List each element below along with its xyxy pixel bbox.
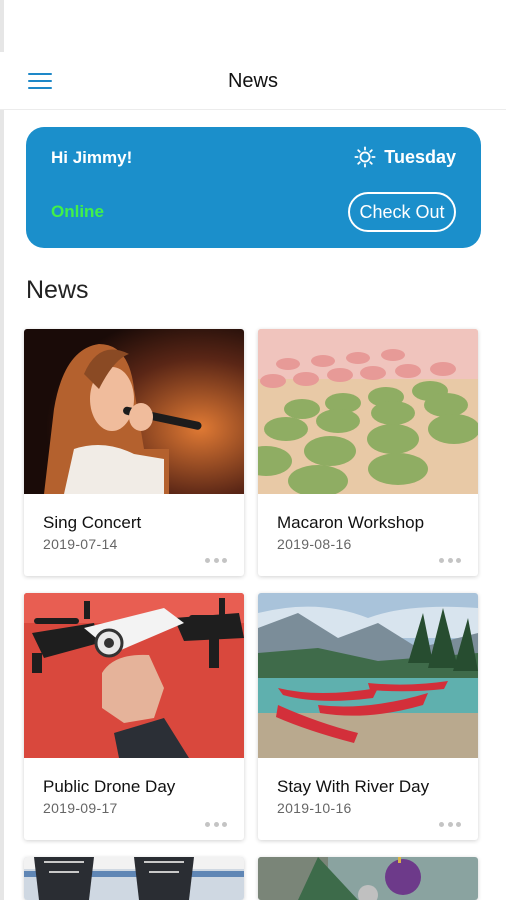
ornaments-image: [258, 857, 478, 900]
macarons-image: [258, 329, 478, 494]
greeting-text: Hi Jimmy!: [51, 148, 133, 167]
user-status-banner: Hi Jimmy! Tuesday Online Check Out: [26, 127, 481, 248]
check-out-button[interactable]: Check Out: [348, 192, 456, 232]
canoes-lake-image: [258, 593, 478, 758]
news-card[interactable]: Public Drone Day 2019-09-17: [24, 593, 244, 840]
drone-image: [24, 593, 244, 758]
news-card[interactable]: [258, 857, 478, 900]
more-options-icon[interactable]: [439, 820, 461, 828]
day-indicator: Tuesday: [354, 146, 456, 168]
online-status: Online: [51, 202, 104, 221]
news-title: Stay With River Day: [277, 777, 430, 796]
news-title: Sing Concert: [43, 513, 142, 532]
news-section-title: News: [26, 276, 89, 304]
sun-icon: [354, 146, 376, 168]
news-date: 2019-08-16: [277, 536, 352, 552]
more-options-icon[interactable]: [205, 556, 227, 564]
news-date: 2019-09-17: [43, 800, 118, 816]
news-card[interactable]: Stay With River Day 2019-10-16: [258, 593, 478, 840]
news-title: Macaron Workshop: [277, 513, 425, 532]
news-date: 2019-10-16: [277, 800, 352, 816]
window-edge: [0, 0, 4, 900]
page-title: News: [227, 70, 278, 92]
news-card[interactable]: Sing Concert 2019-07-14: [24, 329, 244, 576]
top-navigation-bar: News: [0, 52, 506, 110]
day-label: Tuesday: [384, 146, 456, 167]
news-card[interactable]: [24, 857, 244, 900]
news-title: Public Drone Day: [43, 777, 176, 796]
news-card[interactable]: Macaron Workshop 2019-08-16: [258, 329, 478, 576]
more-options-icon[interactable]: [205, 820, 227, 828]
singer-image: [24, 329, 244, 494]
news-date: 2019-07-14: [43, 536, 118, 552]
boots-image: [24, 857, 244, 900]
more-options-icon[interactable]: [439, 556, 461, 564]
